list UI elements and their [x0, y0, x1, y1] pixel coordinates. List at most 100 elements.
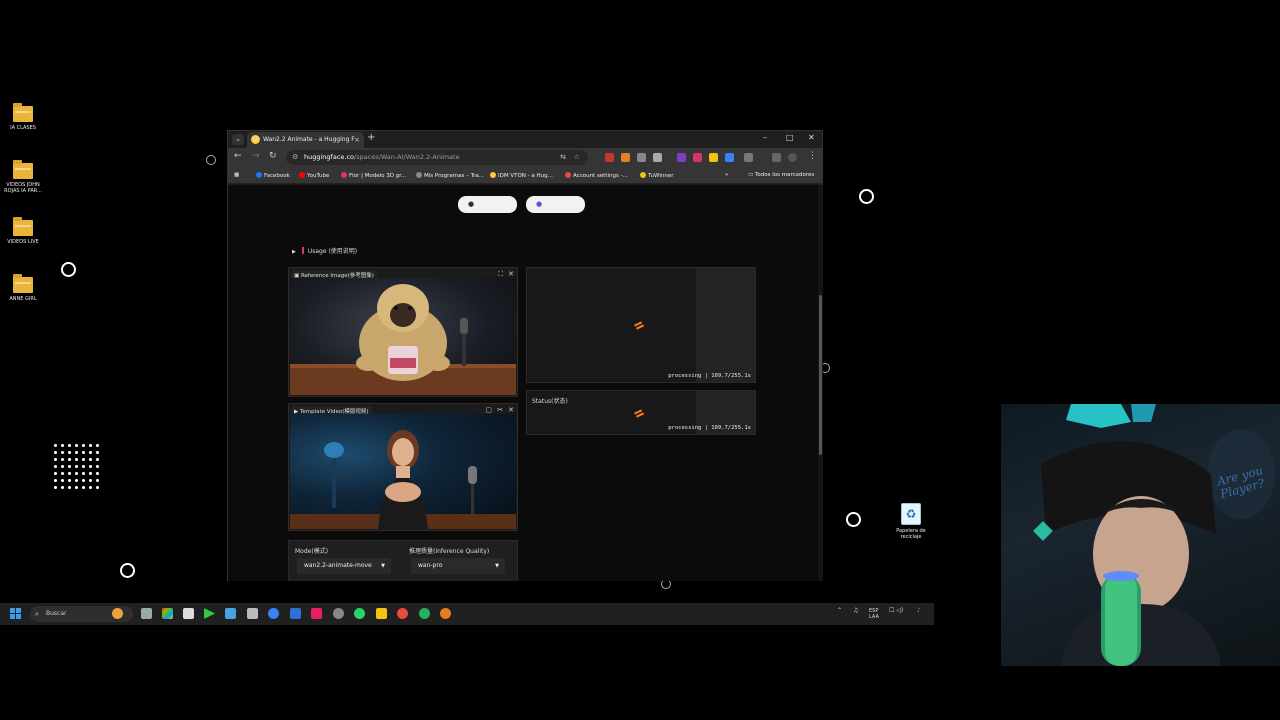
extension-icon[interactable] — [605, 153, 614, 162]
desktop-folder-videos-live[interactable]: VIDEOS LIVE — [0, 217, 46, 245]
bookmark-tuwinner[interactable]: TuWinner — [640, 172, 673, 179]
translate-icon[interactable]: ⇆ — [560, 150, 566, 165]
maximize-icon[interactable]: □ — [786, 133, 794, 142]
template-video-panel[interactable]: ▶ Template Video(模版视频) ▢ ✂ ✕ — [288, 403, 518, 531]
minimize-icon[interactable]: – — [763, 133, 767, 142]
scrollbar-thumb[interactable] — [819, 295, 822, 455]
whatsapp-icon[interactable] — [354, 608, 365, 619]
quality-value: wan-pro — [418, 562, 443, 569]
close-window-icon[interactable]: ✕ — [808, 133, 815, 142]
new-tab-icon[interactable]: + — [367, 132, 375, 143]
all-bookmarks[interactable]: ▭ Todos los marcadores — [748, 172, 814, 178]
browser-toolbar: ← → ↻ ⚙ huggingface.co/spaces/Wan-AI/Wan… — [228, 148, 822, 168]
bookmarks-overflow-icon[interactable]: » — [725, 172, 728, 178]
gorilla-image-art — [290, 284, 516, 395]
huggingface-icon — [490, 172, 496, 178]
browser-menu-icon[interactable]: ⋮ — [808, 151, 817, 161]
download-icon[interactable]: ▢ — [485, 406, 492, 414]
microphone-icon[interactable]: ♫ — [853, 607, 858, 614]
bookmark-idm-vton[interactable]: IDM VTON - a Hug... — [490, 172, 553, 179]
chrome-icon[interactable] — [397, 608, 408, 619]
desktop-folder-anne-girl[interactable]: ANNE GIRL — [0, 274, 46, 302]
mode-label: Mode(模式) — [295, 548, 329, 555]
widgets-icon[interactable] — [112, 608, 123, 619]
bookmark-star-icon[interactable]: ☆ — [574, 150, 580, 165]
tiktok-icon[interactable] — [311, 608, 322, 619]
forward-icon[interactable]: → — [252, 151, 260, 161]
edit-icon[interactable]: ✂ — [497, 406, 503, 414]
profile-avatar-icon[interactable] — [788, 153, 797, 162]
desktop-recycle-bin[interactable]: ♻ Papelera de reciclaje — [888, 503, 934, 540]
desktop-folder-videos-john[interactable]: VIDEOS JOHN ROJAS IA PAR... — [0, 160, 46, 194]
loading-spinner-icon — [634, 409, 644, 417]
bookmark-label: Flor | Modelo 3D gr... — [349, 173, 407, 179]
notification-bell-icon[interactable]: ♪ — [917, 607, 921, 614]
copilot-icon[interactable] — [162, 608, 173, 619]
extension-icon[interactable] — [725, 153, 734, 162]
mail-icon[interactable] — [290, 608, 301, 619]
chrome-profile-icon[interactable] — [440, 608, 451, 619]
pill-button-1[interactable]: ● — [458, 196, 517, 213]
woman-video-art — [290, 430, 516, 529]
desktop-folder-ia-clases[interactable]: IA CLASES — [0, 103, 46, 131]
bookmark-label: Account settings -... — [573, 173, 628, 179]
tray-chevron-up-icon[interactable]: ⌃ — [837, 607, 842, 614]
account-icon — [565, 172, 571, 178]
folder-icon — [13, 103, 33, 122]
site-info-icon[interactable]: ⚙ — [292, 150, 298, 165]
extension-icon[interactable] — [653, 153, 662, 162]
extension-icon[interactable] — [709, 153, 718, 162]
bookmark-flor[interactable]: Flor | Modelo 3D gr... — [341, 172, 406, 179]
epic-games-icon[interactable] — [247, 608, 258, 619]
close-tab-icon[interactable]: × — [354, 132, 360, 148]
back-icon[interactable]: ← — [234, 151, 242, 161]
settings-icon[interactable] — [333, 608, 344, 619]
url-path: /spaces/Wan-AI/Wan2.2-Animate — [354, 153, 460, 161]
bookmark-label: YouTube — [307, 173, 330, 179]
taskbar: ⌕ Buscar ⌃ ♫ ESP LAA ☐ ◁) ♪ — [0, 603, 934, 625]
tab-wan-animate[interactable]: ☺ Wan2.2 Animate - a Hugging F × — [247, 132, 364, 148]
extension-icon[interactable] — [693, 153, 702, 162]
bookmark-marker-icon — [301, 247, 304, 254]
address-bar[interactable]: ⚙ huggingface.co/spaces/Wan-AI/Wan2.2-An… — [286, 150, 588, 165]
store-icon[interactable] — [183, 608, 194, 619]
clear-video-icon[interactable]: ✕ — [508, 406, 514, 414]
extension-icon[interactable] — [637, 153, 646, 162]
mode-select[interactable]: wan2.2-animate-move ▼ — [297, 558, 391, 574]
search-icon: ⌕ — [35, 610, 39, 618]
processing-status-text: processing | 109.7/255.1s — [668, 373, 751, 379]
bookmark-youtube[interactable]: YouTube — [299, 172, 329, 179]
streamer-webcam-art — [1033, 404, 1275, 666]
youtube-icon — [299, 172, 305, 178]
clear-image-icon[interactable]: ✕ — [508, 270, 514, 278]
extension-icon[interactable] — [677, 153, 686, 162]
processing-status-text: processing | 109.7/255.1s — [668, 425, 751, 431]
reload-icon[interactable]: ↻ — [269, 151, 277, 161]
extension-icon[interactable] — [621, 153, 630, 162]
all-bookmarks-label: Todos los marcadores — [754, 172, 815, 178]
apps-grid-icon[interactable]: ▦ — [234, 172, 239, 178]
quality-select[interactable]: wan-pro ▼ — [411, 558, 505, 574]
file-explorer-icon[interactable] — [376, 608, 387, 619]
bookmark-account-settings[interactable]: Account settings -... — [565, 172, 628, 179]
page-scrollbar[interactable] — [818, 185, 823, 581]
chrome-profile-icon[interactable] — [419, 608, 430, 619]
bookmark-facebook[interactable]: Facebook — [256, 172, 290, 179]
edge-icon[interactable] — [268, 608, 279, 619]
usage-accordion[interactable]: ▶ Usage (使用说明) — [292, 246, 357, 255]
task-view-icon[interactable] — [141, 608, 152, 619]
reference-image-panel[interactable]: ▣ Reference Image(参考图像) ⛶ ✕ — [288, 267, 518, 397]
steam-icon[interactable] — [225, 608, 236, 619]
bookmark-label: Mis Programas – Tra... — [424, 173, 485, 179]
extensions-puzzle-icon[interactable] — [744, 153, 753, 162]
network-volume-icon[interactable]: ☐ ◁) — [889, 607, 903, 614]
windows-start-icon[interactable] — [10, 608, 21, 619]
url-host: huggingface.co — [304, 153, 355, 161]
pill-button-2[interactable]: ● — [526, 196, 585, 213]
tab-search-icon[interactable]: ⌄ — [232, 134, 244, 145]
play-icon[interactable] — [204, 608, 215, 619]
bookmarks-bar: ▦ Facebook YouTube Flor | Modelo 3D gr..… — [228, 168, 822, 184]
bookmark-mis-programas[interactable]: Mis Programas – Tra... — [416, 172, 484, 179]
language-indicator[interactable]: ESP LAA — [869, 608, 879, 620]
media-control-icon[interactable] — [772, 153, 781, 162]
